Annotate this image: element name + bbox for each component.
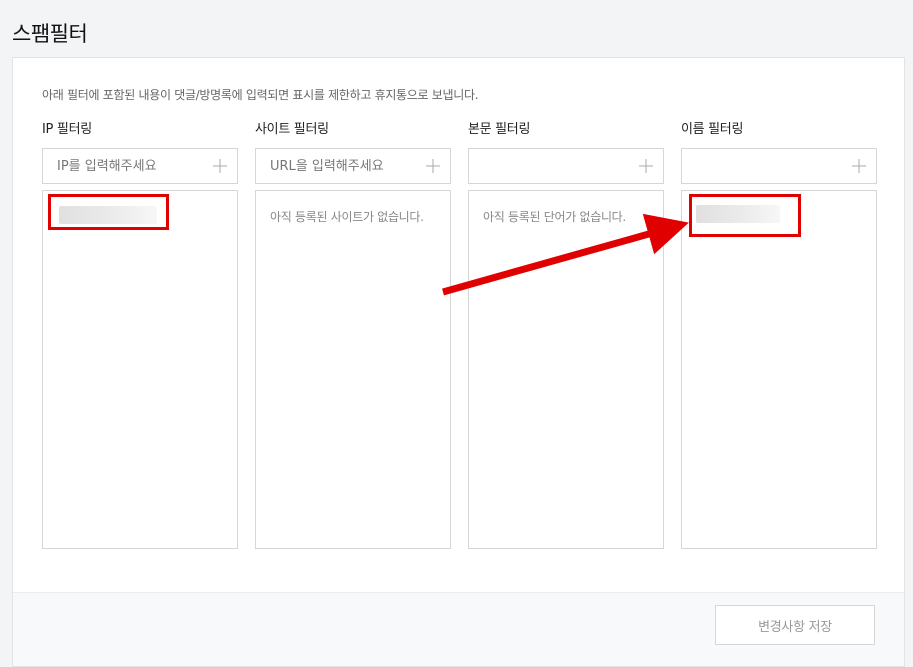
site-filter-list: 아직 등록된 사이트가 없습니다. xyxy=(255,190,451,549)
body-filter-title: 본문 필터링 xyxy=(468,122,531,137)
ip-filter-input-box xyxy=(42,148,238,184)
description-text: 아래 필터에 포함된 내용이 댓글/방명록에 입력되면 표시를 제한하고 휴지통… xyxy=(42,88,479,102)
ip-filter-input[interactable] xyxy=(57,149,197,183)
body-filter-input-box xyxy=(468,148,664,184)
annotation-highlight-box xyxy=(689,194,801,237)
site-filter-input-box xyxy=(255,148,451,184)
ip-filter-column: IP 필터링 xyxy=(42,120,238,549)
ip-filter-title: IP 필터링 xyxy=(42,122,92,137)
name-filter-title: 이름 필터링 xyxy=(681,122,744,137)
name-filter-input-box xyxy=(681,148,877,184)
body-filter-list: 아직 등록된 단어가 없습니다. xyxy=(468,190,664,549)
body-filter-input[interactable] xyxy=(483,149,623,183)
name-filter-input[interactable] xyxy=(696,149,836,183)
annotation-highlight-box xyxy=(48,194,169,230)
plus-icon[interactable] xyxy=(211,157,229,175)
body-filter-column: 본문 필터링 아직 등록된 단어가 없습니다. xyxy=(468,120,664,549)
name-filter-column: 이름 필터링 xyxy=(681,120,877,549)
site-filter-empty-text: 아직 등록된 사이트가 없습니다. xyxy=(270,210,424,224)
page-title: 스팸필터 xyxy=(12,22,88,46)
name-filter-list xyxy=(681,190,877,549)
plus-icon[interactable] xyxy=(424,157,442,175)
spam-filter-panel: 아래 필터에 포함된 내용이 댓글/방명록에 입력되면 표시를 제한하고 휴지통… xyxy=(12,57,905,667)
body-filter-empty-text: 아직 등록된 단어가 없습니다. xyxy=(483,210,626,224)
site-filter-title: 사이트 필터링 xyxy=(255,122,329,137)
ip-filter-list xyxy=(42,190,238,549)
site-filter-column: 사이트 필터링 아직 등록된 사이트가 없습니다. xyxy=(255,120,451,549)
plus-icon[interactable] xyxy=(637,157,655,175)
panel-footer: 변경사항 저장 xyxy=(13,592,904,666)
plus-icon[interactable] xyxy=(850,157,868,175)
site-filter-input[interactable] xyxy=(270,149,410,183)
save-changes-button[interactable]: 변경사항 저장 xyxy=(715,605,875,645)
